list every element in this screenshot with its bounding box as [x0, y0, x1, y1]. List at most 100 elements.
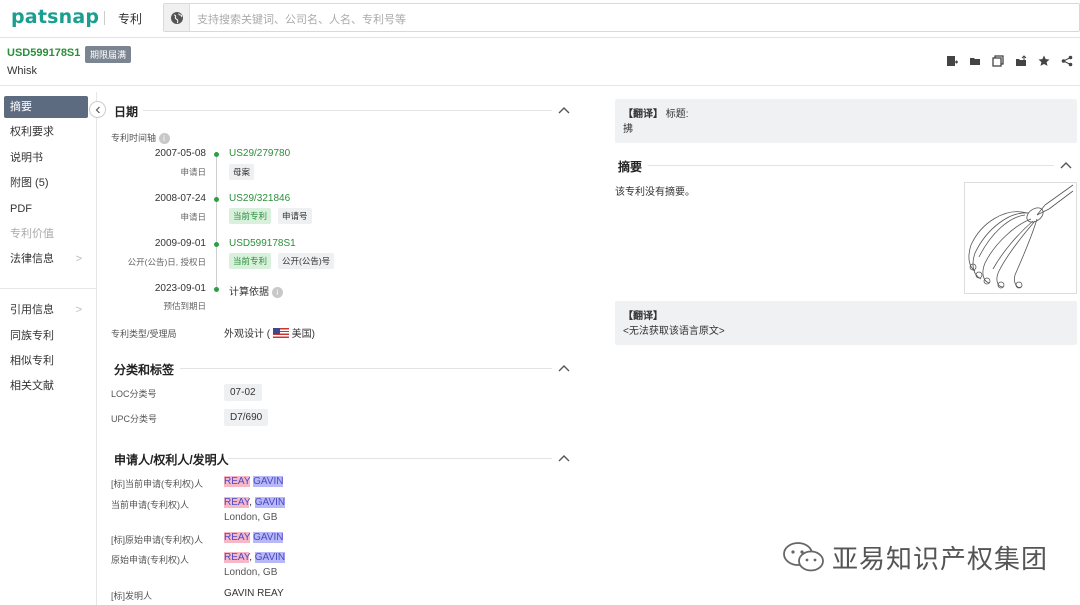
applicant-location: London, GB — [224, 512, 278, 523]
wechat-icon — [783, 542, 824, 572]
inventor-name[interactable]: GAVIN REAY — [224, 588, 284, 599]
application-link[interactable]: US29/279780 — [229, 148, 290, 159]
search-box[interactable]: 支持搜索关键词、公司名、人名、专利号等 — [163, 3, 1080, 32]
event-label: 公开(公告)日, 授权日 — [127, 257, 206, 267]
nav-label: 权利要求 — [10, 126, 54, 138]
calc-basis: 计算依据 i — [229, 283, 283, 298]
event-label: 预估到期日 — [163, 301, 206, 311]
info-icon[interactable]: i — [158, 133, 170, 145]
timeline-dot — [214, 197, 219, 202]
nav-item-citations[interactable]: 引用信息 > — [4, 299, 88, 321]
collapse-sidebar-icon[interactable] — [89, 101, 106, 118]
name-part: REAY — [224, 497, 250, 508]
name-part: GAVIN — [253, 532, 284, 543]
watermark: 亚易知识产权集团 — [782, 540, 1049, 575]
translate-label: 标题: — [665, 109, 689, 120]
applicant-label: 原始申请(专利权)人 — [111, 555, 189, 565]
chevron-up-icon[interactable] — [558, 454, 570, 462]
add-note-icon[interactable] — [945, 54, 959, 68]
tag-current: 当前专利 — [229, 253, 272, 269]
applicant-name[interactable]: REAY GAVIN — [224, 476, 284, 487]
upc-label: UPC分类号 — [111, 414, 158, 424]
publication-link[interactable]: USD599178S1 — [229, 238, 296, 249]
translate-tag-text: 【翻译】 — [623, 311, 663, 322]
timeline-dot — [214, 152, 219, 157]
chevron-up-icon[interactable] — [558, 106, 570, 114]
name-part: REAY — [224, 532, 251, 543]
share-icon[interactable] — [1060, 54, 1074, 68]
abstract-text: 该专利没有摘要。 — [615, 187, 695, 198]
nav-item-pdf[interactable]: PDF — [4, 198, 88, 220]
event-date: 2009-09-01 — [154, 238, 206, 249]
applicant-label: [标]当前申请(专利权)人 — [111, 479, 203, 489]
nav-item-abstract[interactable]: 摘要 — [4, 96, 88, 118]
star-icon[interactable] — [1037, 54, 1051, 68]
name-part: GAVIN — [254, 552, 286, 563]
copy-icon[interactable] — [991, 54, 1005, 68]
product-label[interactable]: 专利 — [118, 10, 142, 27]
folder-icon[interactable] — [968, 54, 982, 68]
nav-label: 相似专利 — [10, 355, 54, 367]
applicant-name[interactable]: REAY, GAVIN — [224, 552, 286, 563]
name-part: REAY — [224, 552, 250, 563]
upc-chip[interactable]: D7/690 — [224, 409, 269, 426]
calc-basis-text: 计算依据 — [229, 287, 269, 298]
section-dates-heading: 日期 — [114, 105, 139, 119]
logo-divider — [104, 11, 105, 25]
event-date: 2007-05-08 — [154, 148, 206, 159]
event-label: 申请日 — [180, 167, 206, 177]
loc-chip[interactable]: 07-02 — [224, 384, 262, 401]
divider — [228, 458, 552, 459]
nav-label: 专利价值 — [10, 228, 54, 240]
timeline-label-text: 专利时间轴 — [111, 133, 157, 143]
translate-tag: 【翻译】 — [623, 307, 663, 322]
country: 美国 — [291, 329, 312, 340]
type-text: 外观设计 ( — [224, 329, 271, 340]
inventor-label: [标]发明人 — [111, 591, 153, 601]
patent-header: USD599178S1 期限届满 Whisk — [0, 38, 1080, 86]
nav-label: 引用信息 — [10, 304, 54, 316]
application-link[interactable]: US29/321846 — [229, 193, 290, 204]
tag-app-number: 申请号 — [278, 208, 312, 224]
translation-abstract-box: 【翻译】 <无法获取该语言原文> — [615, 301, 1077, 345]
tag-pub-number: 公开(公告)号 — [278, 253, 335, 269]
chevron-up-icon[interactable] — [558, 364, 570, 372]
nav-label: 相关文献 — [10, 380, 54, 392]
translation-title-box: 【翻译】 标题: 拂 — [615, 99, 1077, 143]
applicant-name[interactable]: REAY, GAVIN — [224, 497, 286, 508]
left-nav: 摘要 权利要求 说明书 附图 (5) PDF 专利价值 法律信息 > 引用信息 > … — [0, 92, 97, 605]
nav-item-family[interactable]: 同族专利 — [4, 325, 88, 347]
chevron-up-icon[interactable] — [1060, 161, 1072, 169]
name-sep: , — [249, 552, 255, 563]
nav-item-description[interactable]: 说明书 — [4, 147, 88, 169]
globe-icon[interactable] — [164, 4, 190, 31]
nav-item-claims[interactable]: 权利要求 — [4, 121, 88, 143]
nav-item-legal[interactable]: 法律信息 > — [4, 248, 88, 270]
nav-item-literature[interactable]: 相关文献 — [4, 375, 88, 397]
event-date: 2008-07-24 — [154, 193, 206, 204]
applicant-name[interactable]: REAY GAVIN — [224, 532, 284, 543]
info-icon[interactable]: i — [271, 286, 283, 298]
chevron-right-icon: > — [75, 304, 82, 316]
tag-parent: 母案 — [229, 164, 255, 180]
applicant-label: [标]原始申请(专利权)人 — [111, 535, 203, 545]
share-folder-icon[interactable] — [1014, 54, 1028, 68]
nav-item-similar[interactable]: 相似专利 — [4, 350, 88, 372]
search-input[interactable]: 支持搜索关键词、公司名、人名、专利号等 — [197, 11, 406, 27]
name-part: REAY — [224, 476, 251, 487]
translated-title: 拂 — [623, 124, 633, 135]
patent-drawing[interactable] — [964, 182, 1077, 294]
applicant-location: London, GB — [224, 567, 278, 578]
name-sep: , — [249, 497, 255, 508]
nav-label: PDF — [10, 203, 32, 215]
nav-label: 附图 (5) — [10, 177, 49, 189]
timeline-dot — [214, 287, 219, 292]
tag-current: 当前专利 — [229, 208, 272, 224]
timeline-dot — [214, 242, 219, 247]
event-date: 2023-09-01 — [154, 283, 206, 294]
watermark-text: 亚易知识产权集团 — [832, 544, 1049, 575]
translate-tag: 【翻译】 — [623, 109, 663, 120]
event-label: 申请日 — [180, 212, 206, 222]
nav-item-drawings[interactable]: 附图 (5) — [4, 172, 88, 194]
patsnap-logo[interactable]: patsnap — [11, 6, 99, 28]
